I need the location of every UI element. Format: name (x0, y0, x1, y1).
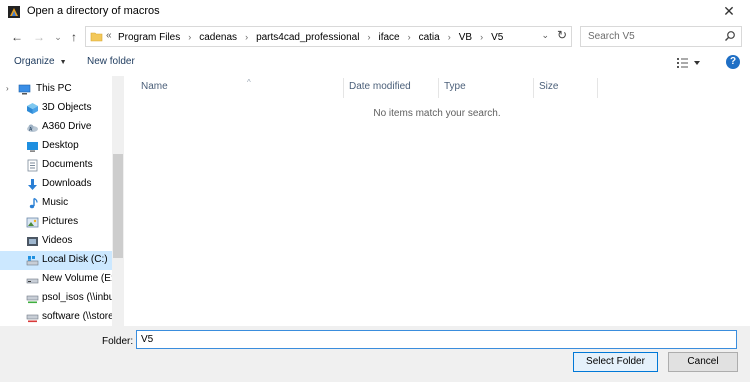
search-input[interactable]: Search V5 (580, 26, 742, 47)
sidebar-item-label: Music (42, 197, 69, 208)
column-header-name[interactable]: Name ^ (136, 78, 344, 98)
desktop-icon (27, 142, 38, 152)
breadcrumb-separator-icon[interactable]: › (188, 32, 191, 42)
breadcrumb: Program Files › cadenas › parts4cad_prof… (118, 30, 503, 44)
sidebar-item-new-volume-e[interactable]: New Volume (E:) (0, 270, 112, 289)
breadcrumb-separator-icon[interactable]: › (245, 32, 248, 42)
sidebar-item-documents[interactable]: Documents (0, 156, 112, 175)
sidebar-item-label: Desktop (42, 140, 79, 151)
breadcrumb-item[interactable]: catia (419, 32, 440, 43)
sidebar-item-desktop[interactable]: Desktop (0, 137, 112, 156)
search-icon[interactable] (724, 30, 736, 42)
column-header-label: Name (141, 81, 168, 92)
drive-icon (26, 278, 39, 284)
documents-icon (27, 159, 38, 172)
sidebar-item-3d-objects[interactable]: 3D Objects (0, 99, 112, 118)
organize-label: Organize (14, 56, 55, 67)
address-bar[interactable]: « Program Files › cadenas › parts4cad_pr… (85, 26, 572, 47)
breadcrumb-separator-icon[interactable]: › (408, 32, 411, 42)
toolbar: Organize ▼ New folder ? (0, 52, 750, 74)
column-header-date-modified[interactable]: Date modified (344, 78, 439, 98)
cloud-drive-icon: A (27, 124, 38, 133)
sidebar-scrollbar-thumb[interactable] (113, 154, 123, 258)
sidebar-item-a360-drive[interactable]: A A360 Drive (0, 118, 112, 137)
breadcrumb-item[interactable]: parts4cad_professional (256, 32, 359, 43)
sidebar-item-label: Local Disk (C:) (42, 254, 108, 265)
breadcrumb-item[interactable]: Program Files (118, 32, 180, 43)
sidebar-item-psol-isos[interactable]: psol_isos (\\inbu (0, 289, 112, 308)
network-drive-icon (26, 314, 39, 323)
sidebar-scrollbar[interactable] (112, 76, 124, 326)
network-drive-icon (26, 295, 39, 304)
breadcrumb-item[interactable]: iface (378, 32, 399, 43)
organize-button[interactable]: Organize ▼ (14, 56, 67, 67)
pictures-icon (26, 217, 39, 228)
local-disk-icon (26, 256, 39, 266)
sidebar-item-videos[interactable]: Videos (0, 232, 112, 251)
folder-input[interactable]: V5 (136, 330, 737, 349)
downloads-icon (28, 179, 37, 190)
sort-ascending-icon: ^ (247, 78, 251, 87)
breadcrumb-separator-icon[interactable]: › (480, 32, 483, 42)
sidebar-item-this-pc[interactable]: › This PC (0, 80, 112, 99)
sidebar-item-label: Downloads (42, 178, 92, 189)
up-icon[interactable]: ↑ (65, 28, 83, 46)
forward-icon[interactable]: → (30, 28, 48, 46)
expand-chevron-icon[interactable]: › (6, 84, 9, 93)
cancel-button[interactable]: Cancel (668, 352, 738, 372)
empty-message: No items match your search. (373, 108, 501, 119)
new-folder-button[interactable]: New folder (87, 56, 135, 67)
breadcrumb-separator-icon[interactable]: › (367, 32, 370, 42)
sidebar-item-label: A360 Drive (42, 121, 92, 132)
file-list: Name ^ Date modified Type Size No items … (124, 76, 750, 326)
sidebar-item-label: New Volume (E:) (42, 273, 112, 284)
window-title: Open a directory of macros (27, 5, 160, 17)
sidebar-item-pictures[interactable]: Pictures (0, 213, 112, 232)
search-placeholder: Search V5 (588, 31, 635, 42)
videos-icon (27, 237, 38, 246)
sidebar-item-label: psol_isos (\\inbu (42, 292, 112, 303)
close-icon[interactable]: ✕ (714, 0, 744, 24)
sidebar-item-downloads[interactable]: Downloads (0, 175, 112, 194)
breadcrumb-item[interactable]: cadenas (199, 32, 237, 43)
overflow-chevron-icon[interactable]: « (106, 30, 112, 41)
sidebar-item-local-disk-c[interactable]: Local Disk (C:) (0, 251, 112, 270)
dialog-footer: Folder: V5 Select Folder Cancel (0, 326, 750, 382)
pc-icon (18, 84, 31, 95)
sidebar-item-software[interactable]: software (\\store (0, 308, 112, 326)
address-dropdown-icon[interactable]: ⌄ (541, 30, 549, 41)
sidebar-item-music[interactable]: Music (0, 194, 112, 213)
sidebar-item-label: software (\\store (42, 311, 112, 322)
3d-objects-icon (27, 103, 38, 114)
help-icon[interactable]: ? (726, 55, 740, 69)
sidebar-item-label: Documents (42, 159, 93, 170)
refresh-icon[interactable]: ↻ (557, 28, 567, 42)
title-bar: Open a directory of macros ✕ (0, 0, 750, 24)
sidebar-item-label: This PC (36, 83, 72, 94)
breadcrumb-separator-icon[interactable]: › (448, 32, 451, 42)
breadcrumb-item[interactable]: VB (459, 32, 472, 43)
folder-icon (90, 32, 103, 42)
column-header-size[interactable]: Size (534, 78, 598, 98)
sidebar-item-label: Pictures (42, 216, 79, 227)
organize-caret-icon: ▼ (59, 59, 67, 66)
navigation-pane: › This PC 3D Objects A A360 Drive Deskto… (0, 76, 124, 326)
sidebar-item-label: 3D Objects (42, 102, 92, 113)
select-folder-button[interactable]: Select Folder (573, 352, 658, 372)
app-icon (8, 6, 20, 18)
back-icon[interactable]: ← (8, 28, 26, 46)
view-options-icon[interactable] (676, 56, 702, 70)
breadcrumb-item[interactable]: V5 (491, 32, 503, 43)
music-icon (29, 197, 38, 209)
column-header-type[interactable]: Type (439, 78, 534, 98)
sidebar-item-label: Videos (42, 235, 73, 246)
folder-label: Folder: (102, 336, 134, 347)
